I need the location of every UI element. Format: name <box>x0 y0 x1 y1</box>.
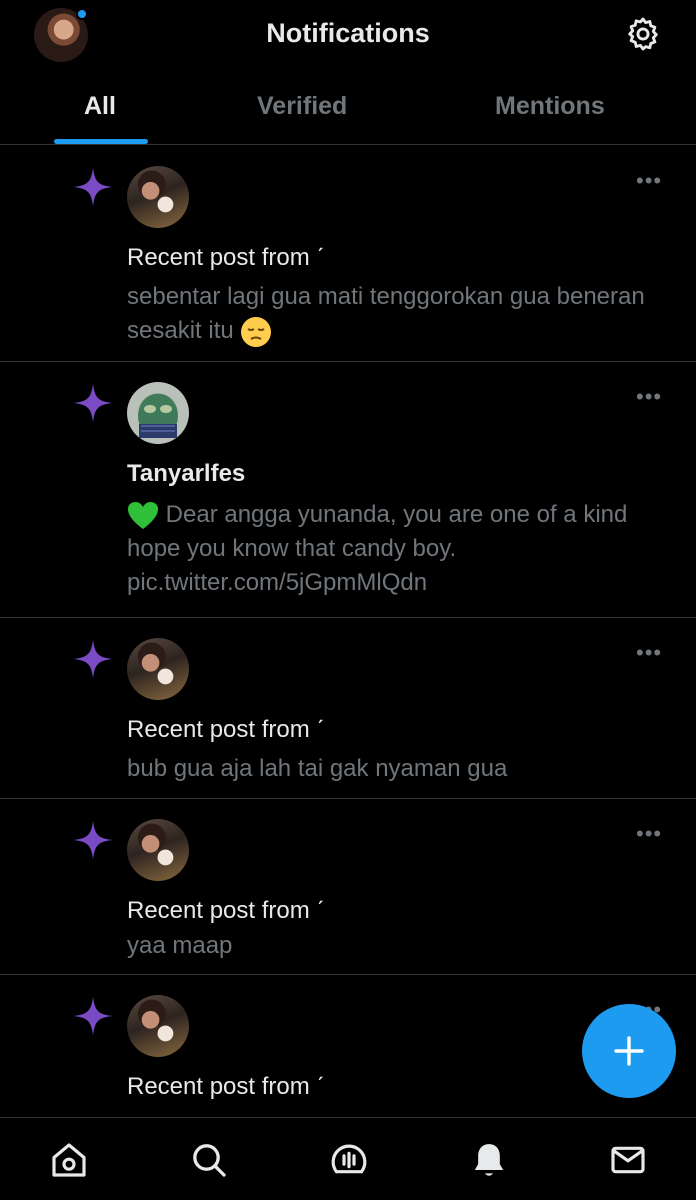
avatar[interactable] <box>127 819 189 881</box>
top-bar: Notifications All Verified Mentions <box>0 0 696 145</box>
settings-gear-icon[interactable] <box>624 15 662 53</box>
more-options-icon[interactable]: ••• <box>636 170 662 192</box>
notification-item[interactable]: ••• Recent post from ˊ bub gua aja lah t… <box>0 618 696 799</box>
notification-tabs: All Verified Mentions <box>0 80 696 145</box>
notification-title: Recent post from ˊ <box>127 1073 325 1100</box>
home-icon[interactable] <box>49 1140 89 1180</box>
tab-mentions[interactable]: Mentions <box>495 92 605 121</box>
avatar[interactable] <box>127 166 189 228</box>
sparkle-icon <box>73 820 113 860</box>
notification-body: yaa maap <box>127 932 233 959</box>
notification-title: Recent post from ˊ <box>127 244 325 271</box>
notification-item[interactable]: ••• Recent post from ˊ sebentar lagi gua… <box>0 146 696 362</box>
active-tab-indicator <box>54 139 148 144</box>
spaces-icon[interactable] <box>329 1140 369 1180</box>
notifications-icon[interactable] <box>469 1140 509 1180</box>
notification-item[interactable]: ••• Recent post from ˊ yaa maap <box>0 799 696 975</box>
notification-body: bub gua aja lah tai gak nyaman gua <box>127 755 508 782</box>
sparkle-icon <box>73 383 113 423</box>
messages-icon[interactable] <box>608 1140 648 1180</box>
post-link[interactable]: pic.twitter.com/5jGpmMlQdn <box>127 566 647 600</box>
tab-all[interactable]: All <box>84 92 116 121</box>
search-icon[interactable] <box>189 1140 229 1180</box>
notification-body: Dear angga yunanda, you are one of a kin… <box>127 498 647 600</box>
more-options-icon[interactable]: ••• <box>636 386 662 408</box>
avatar[interactable] <box>127 382 189 444</box>
notification-body: sebentar lagi gua mati tenggorokan gua b… <box>127 280 647 348</box>
page-title: Notifications <box>266 18 430 48</box>
tab-verified[interactable]: Verified <box>257 92 347 121</box>
more-options-icon[interactable]: ••• <box>636 642 662 664</box>
compose-button[interactable] <box>582 1004 676 1098</box>
notifications-feed[interactable]: ••• Recent post from ˊ sebentar lagi gua… <box>0 146 696 1116</box>
notification-title: Recent post from ˊ <box>127 716 325 743</box>
notification-item[interactable]: ••• Tanyarlfes Dear angga yunanda, you a… <box>0 362 696 618</box>
bottom-nav <box>0 1117 696 1200</box>
sparkle-icon <box>73 639 113 679</box>
notification-title: Recent post from ˊ <box>127 897 325 924</box>
pensive-face-icon <box>241 316 272 347</box>
more-options-icon[interactable]: ••• <box>636 823 662 845</box>
sparkle-icon <box>73 167 113 207</box>
notification-title: Tanyarlfes <box>127 460 246 487</box>
avatar[interactable] <box>127 995 189 1057</box>
green-heart-icon <box>128 501 158 529</box>
post-text: sebentar lagi gua mati tenggorokan gua b… <box>127 283 645 344</box>
frog-avatar-icon <box>138 394 178 438</box>
post-text: Dear angga yunanda, you are one of a kin… <box>127 501 628 562</box>
plus-icon <box>614 1036 644 1066</box>
avatar[interactable] <box>127 638 189 700</box>
sparkle-icon <box>73 996 113 1036</box>
